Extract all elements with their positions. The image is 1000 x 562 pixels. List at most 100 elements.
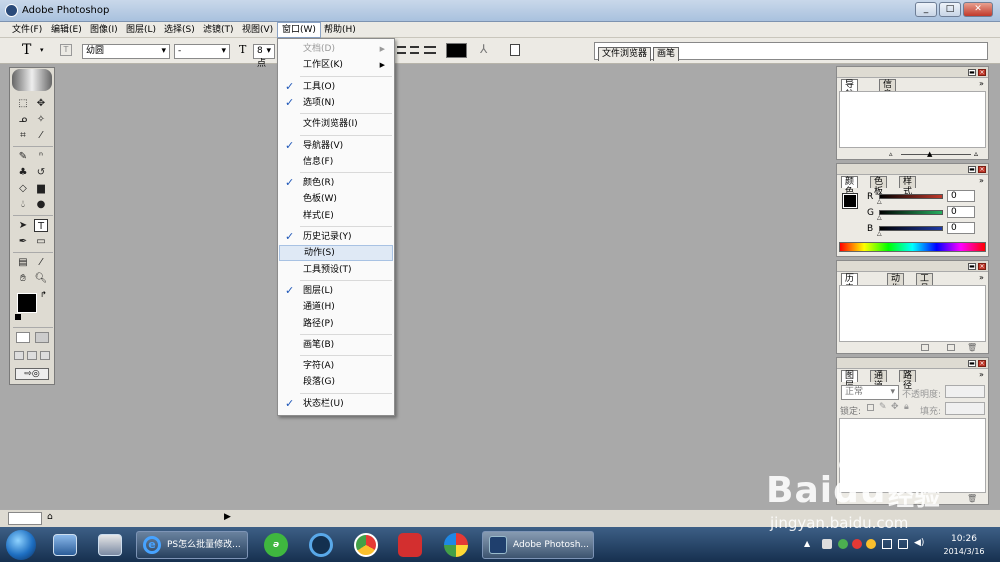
window-menu-item[interactable]: 信息(F) <box>279 154 393 170</box>
new-document-icon[interactable] <box>921 344 929 351</box>
tab-channels[interactable]: 通道 <box>870 370 888 391</box>
palettes-toggle-icon[interactable] <box>510 44 520 56</box>
maximize-button[interactable]: □ <box>939 2 961 17</box>
window-menu-item[interactable]: 字符(A) <box>279 358 393 374</box>
shape-tool-icon[interactable]: ▭ <box>34 235 48 248</box>
orientation-toggle-icon[interactable]: T <box>60 44 72 56</box>
lock-transparency-icon[interactable] <box>867 404 874 411</box>
swap-colors-icon[interactable]: ↱ <box>40 290 47 299</box>
foreground-color-chip[interactable] <box>842 193 858 209</box>
chrome-icon[interactable] <box>354 533 378 557</box>
tab-layers[interactable]: 图层 <box>841 370 859 391</box>
status-menu-arrow-icon[interactable]: ▶ <box>224 512 231 522</box>
type-tool-preset-icon[interactable]: T <box>22 42 31 58</box>
marquee-tool-icon[interactable]: ⬚ <box>16 97 30 110</box>
align-left-icon[interactable] <box>397 46 406 54</box>
warp-text-icon[interactable]: ⅄ <box>480 42 487 56</box>
dodge-tool-icon[interactable]: ● <box>34 198 48 211</box>
magic-wand-tool-icon[interactable]: ✧ <box>34 113 48 126</box>
tray-security-icon[interactable] <box>838 539 848 549</box>
quick-mask-icon[interactable] <box>35 332 49 343</box>
window-menu-item[interactable]: 通道(H) <box>279 299 393 315</box>
lock-image-icon[interactable]: ✎ <box>879 402 887 412</box>
explorer-icon[interactable] <box>98 534 122 556</box>
window-menu-item[interactable]: ✓ 历史记录(Y) <box>279 229 393 245</box>
window-menu-item[interactable]: 路径(P) <box>279 316 393 332</box>
zoom-in-icon[interactable]: ▵ <box>974 149 978 158</box>
palette-well-tab-file-browser[interactable]: 文件浏览器 <box>598 47 652 61</box>
navigator-zoom-slider[interactable]: ▵ ▲ ▵ <box>839 149 986 159</box>
zoom-tool-icon[interactable]: 🔍︎ <box>34 272 48 285</box>
channel-r-slider[interactable] <box>879 194 943 199</box>
notes-tool-icon[interactable]: ▤ <box>16 256 30 269</box>
tray-battery-icon[interactable] <box>898 539 908 549</box>
channel-r-input[interactable]: 0 <box>947 190 975 202</box>
hand-tool-icon[interactable]: ✋︎ <box>16 272 30 285</box>
preset-dropdown-arrow-icon[interactable]: ▾ <box>40 46 44 54</box>
fill-input[interactable] <box>945 402 985 415</box>
tab-swatches[interactable]: 色板 <box>870 176 888 197</box>
font-family-select[interactable]: 幼圆 <box>82 44 170 59</box>
font-size-select[interactable]: 8 点 <box>253 44 275 69</box>
blend-mode-select[interactable]: 正常 <box>841 385 899 400</box>
tray-network-icon[interactable] <box>882 539 892 549</box>
window-menu-item[interactable]: 工作区(K) ▶ <box>279 57 393 73</box>
window-menu-item[interactable]: 工具预设(T) <box>279 262 393 278</box>
window-menu-item[interactable]: 文件浏览器(I) <box>279 116 393 132</box>
move-tool-icon[interactable]: ✥ <box>34 97 48 110</box>
window-menu-item[interactable]: ✓ 导航器(V) <box>279 138 393 154</box>
eraser-tool-icon[interactable]: ◇ <box>16 182 30 195</box>
window-menu-item[interactable]: ✓ 工具(O) <box>279 79 393 95</box>
tray-update-icon[interactable] <box>866 539 876 549</box>
panel-minimize-button[interactable]: ▬ <box>968 360 976 367</box>
window-menu-item[interactable]: ✓ 选项(N) <box>279 95 393 111</box>
pen-tool-icon[interactable]: ✒ <box>16 235 30 248</box>
menu-image[interactable]: 图像(I) <box>86 22 122 38</box>
foreground-color-swatch[interactable] <box>17 293 37 313</box>
blur-tool-icon[interactable]: 💧︎ <box>16 198 30 211</box>
font-style-select[interactable]: - <box>174 44 230 59</box>
minimize-button[interactable]: _ <box>915 2 937 17</box>
clock-date[interactable]: 2014/3/16 <box>938 547 990 556</box>
tray-expand-icon[interactable]: ▲ <box>804 539 810 548</box>
slider-thumb[interactable]: △ <box>877 214 882 221</box>
tab-info[interactable]: 信息 <box>879 79 897 100</box>
window-menu-item[interactable]: 段落(G) <box>279 374 393 390</box>
panel-minimize-button[interactable]: ▬ <box>968 263 976 270</box>
show-desktop-icon[interactable] <box>53 534 77 556</box>
text-color-swatch[interactable] <box>446 43 467 58</box>
channel-g-slider[interactable] <box>879 210 943 215</box>
photoshop-app-icon[interactable] <box>5 4 18 17</box>
window-menu-item[interactable]: ✓ 图层(L) <box>279 283 393 299</box>
menu-file[interactable]: 文件(F) <box>8 22 46 38</box>
panel-minimize-button[interactable]: ▬ <box>968 166 976 173</box>
history-brush-tool-icon[interactable]: ↺ <box>34 166 48 179</box>
tab-styles[interactable]: 样式 <box>899 176 917 197</box>
panel-menu-icon[interactable]: » <box>979 79 984 88</box>
default-colors-icon[interactable] <box>15 314 21 320</box>
gradient-tool-icon[interactable]: ▆ <box>34 182 48 195</box>
taskbar-button-ie[interactable]: e PS怎么批量修改... <box>136 531 248 559</box>
zoom-thumb[interactable]: ▲ <box>927 150 932 158</box>
full-screen-menu-icon[interactable] <box>27 351 37 360</box>
slice-tool-icon[interactable]: ⁄ <box>34 129 48 142</box>
lasso-tool-icon[interactable]: ᓄ <box>16 113 30 126</box>
standard-screen-icon[interactable] <box>14 351 24 360</box>
eyedropper-tool-icon[interactable]: ⁄ <box>34 256 48 269</box>
document-info-icon[interactable]: ⌂ <box>47 512 53 522</box>
tab-navigator[interactable]: 导航器 <box>841 79 859 110</box>
jump-to-imageready-icon[interactable]: ⇨◎ <box>15 368 49 380</box>
menu-edit[interactable]: 编辑(E) <box>47 22 86 38</box>
tab-color[interactable]: 颜色 <box>841 176 859 197</box>
new-snapshot-icon[interactable] <box>947 344 955 351</box>
menu-filter[interactable]: 滤镜(T) <box>199 22 238 38</box>
tray-keyboard-icon[interactable] <box>822 539 832 549</box>
zoom-out-icon[interactable]: ▵ <box>889 150 893 158</box>
tab-history[interactable]: 历史记录 <box>841 273 859 314</box>
window-menu-item[interactable]: ✓ 状态栏(U) <box>279 396 393 412</box>
window-menu-item[interactable]: ✓ 颜色(R) <box>279 175 393 191</box>
window-menu-item[interactable]: 样式(E) <box>279 208 393 224</box>
channel-b-slider[interactable] <box>879 226 943 231</box>
window-menu-item[interactable]: 画笔(B) <box>279 337 393 353</box>
panel-menu-icon[interactable]: » <box>979 370 984 379</box>
